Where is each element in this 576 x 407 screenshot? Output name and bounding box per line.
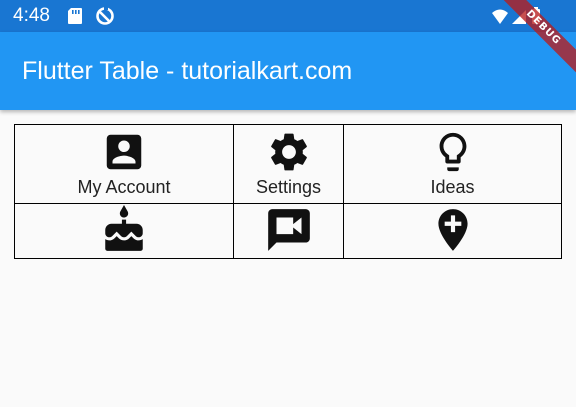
voice-chat-icon — [267, 209, 310, 251]
account-box-icon — [106, 134, 142, 170]
icon-table: My Account Settings Ideas — [14, 124, 562, 259]
settings-icon — [270, 133, 307, 171]
sd-card-icon — [68, 8, 82, 24]
sync-icon — [96, 6, 114, 25]
cell-label-my-account: My Account — [77, 177, 171, 197]
table-cell-settings: Settings — [233, 124, 344, 204]
cell-label-settings: Settings — [255, 177, 322, 197]
cake-icon — [105, 205, 143, 251]
table-cell-add-location — [343, 203, 562, 259]
screen: 4:48 Flutter Table - tutorialkart.com DE… — [0, 0, 576, 407]
status-bar: 4:48 — [0, 0, 576, 32]
table-row — [14, 203, 562, 259]
app-bar: Flutter Table - tutorialkart.com — [0, 32, 576, 110]
table-cell-my-account: My Account — [14, 124, 234, 204]
table-cell-voice-chat — [233, 203, 344, 259]
table-cell-cake — [14, 203, 234, 259]
wifi-icon — [492, 9, 508, 24]
table-cell-ideas: Ideas — [343, 124, 562, 204]
app-bar-title: Flutter Table - tutorialkart.com — [22, 57, 353, 85]
add-location-icon — [437, 209, 468, 251]
cell-label-ideas: Ideas — [430, 177, 475, 197]
status-time: 4:48 — [13, 5, 50, 26]
table-row: My Account Settings Ideas — [14, 124, 562, 204]
lightbulb-icon — [439, 132, 466, 172]
